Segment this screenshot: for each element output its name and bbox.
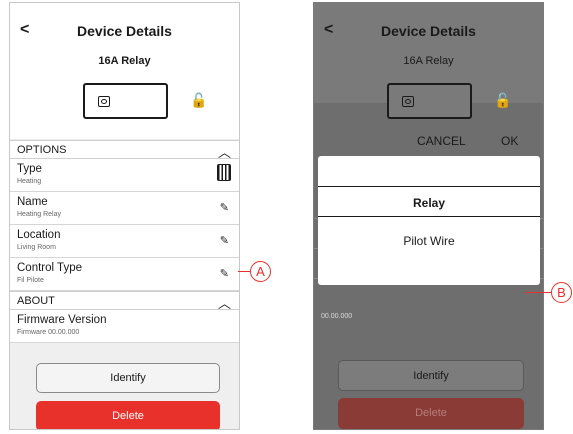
firmware-value-dimmed: 00.00.000 [321, 313, 353, 320]
relay-module-icon [402, 96, 414, 107]
row-name-value: Heating Relay [17, 211, 61, 218]
about-section-header[interactable]: ABOUT ︿ [10, 291, 239, 311]
device-image-dimmed [387, 83, 472, 119]
row-control-type-label: Control Type [17, 262, 82, 274]
row-location-label: Location [17, 229, 61, 241]
row-location[interactable]: Location Living Room ✎ [10, 225, 239, 258]
pencil-icon[interactable]: ✎ [220, 201, 229, 214]
options-section-header[interactable]: OPTIONS ︿ [10, 140, 239, 160]
about-label: ABOUT [17, 295, 55, 307]
row-location-value: Living Room [17, 244, 56, 251]
row-type-value: Heating [17, 178, 42, 185]
identify-button[interactable]: Identify [36, 363, 220, 393]
unlock-icon: 🔓 [494, 92, 512, 108]
identify-button-dimmed: Identify [338, 360, 524, 391]
device-subtitle-dimmed: 16A Relay [403, 55, 454, 67]
row-type[interactable]: Type Heating [10, 159, 239, 192]
relay-module-icon [98, 96, 110, 107]
divider [318, 216, 540, 217]
row-name-label: Name [17, 196, 48, 208]
callout-b-line [525, 292, 551, 293]
device-details-screen: < Device Details 16A Relay 🔓 OPTIONS ︿ T… [9, 2, 240, 430]
device-subtitle: 16A Relay [98, 55, 151, 67]
device-image [83, 83, 168, 119]
pencil-icon[interactable]: ✎ [220, 234, 229, 247]
device-details-screen-dimmed: < Device Details 16A Relay 🔓 00.00.000 I… [313, 2, 544, 430]
callout-a: A [250, 261, 271, 282]
row-type-label: Type [17, 163, 42, 175]
cancel-button[interactable]: CANCEL [417, 134, 466, 148]
options-label: OPTIONS [17, 144, 67, 156]
delete-button-dimmed: Delete [338, 398, 524, 429]
ok-button[interactable]: OK [501, 134, 518, 148]
row-name[interactable]: Name Heating Relay ✎ [10, 192, 239, 225]
row-control-type[interactable]: Control Type Fil Pilote ✎ [10, 258, 239, 291]
row-firmware: Firmware Version Firmware 00.00.000 [10, 310, 239, 343]
delete-button[interactable]: Delete [36, 401, 220, 429]
row-control-type-value: Fil Pilote [17, 277, 44, 284]
row-firmware-value: Firmware 00.00.000 [17, 329, 80, 336]
dialog-title: Relay [412, 196, 446, 210]
row-firmware-label: Firmware Version [17, 314, 107, 326]
radiator-icon [217, 164, 231, 181]
callout-b: B [551, 282, 572, 303]
dialog-option-pilot-wire[interactable]: Pilot Wire [318, 234, 540, 248]
page-title: Device Details [77, 23, 172, 39]
unlock-icon[interactable]: 🔓 [190, 92, 207, 109]
page-title-dimmed: Device Details [381, 23, 476, 39]
divider [318, 186, 540, 187]
control-type-dialog: Relay Pilot Wire [318, 156, 540, 285]
callout-a-line [238, 271, 250, 272]
pencil-icon[interactable]: ✎ [220, 267, 229, 280]
